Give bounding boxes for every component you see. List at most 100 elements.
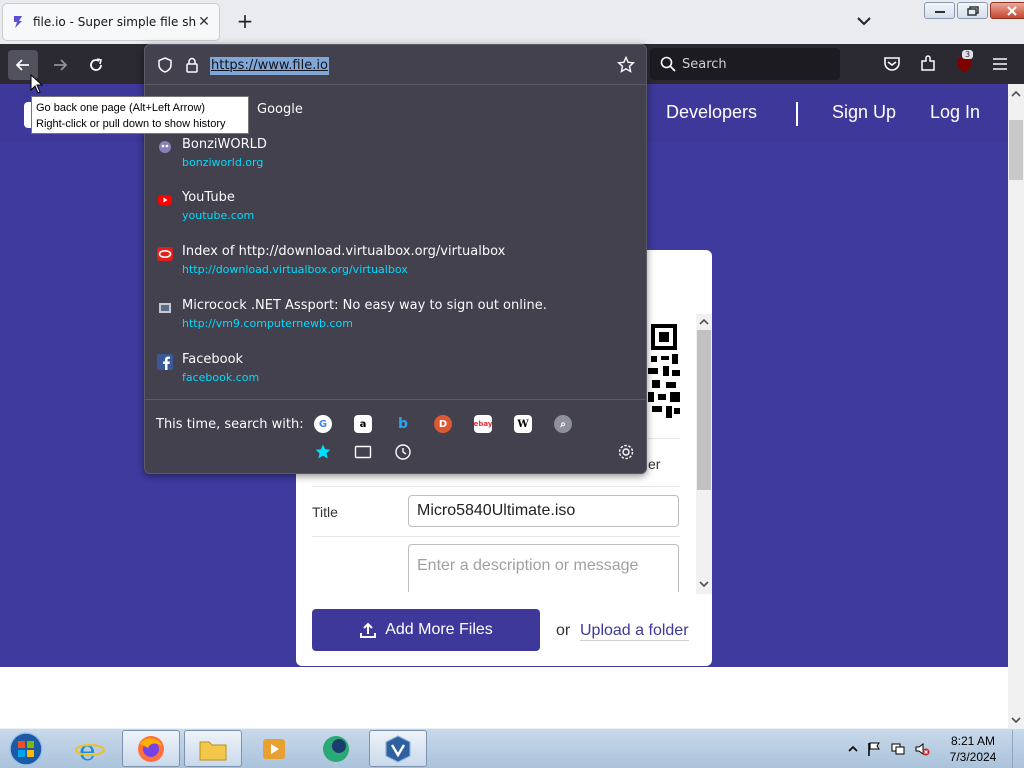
scroll-down-icon[interactable] [698, 580, 710, 588]
pocket-button[interactable] [881, 53, 903, 75]
mouse-cursor-icon [30, 74, 44, 94]
taskbar-browser-globe[interactable] [307, 730, 365, 767]
search-engine-icon[interactable]: ⌕ [554, 415, 572, 433]
extensions-button[interactable] [917, 53, 939, 75]
firefox-icon [138, 735, 164, 762]
search-google-suggestion[interactable]: Google [257, 102, 303, 117]
extension-badge: 3 [962, 50, 974, 59]
tab-title: file.io - Super simple file sharing [33, 15, 197, 29]
title-input[interactable]: Micro5840Ultimate.iso [408, 495, 679, 527]
duckduckgo-engine-icon[interactable]: D [434, 415, 452, 433]
card-divider [312, 486, 680, 487]
page-scrollbar[interactable] [1008, 84, 1024, 728]
search-placeholder: Search [682, 56, 727, 72]
bookmarks-star-icon[interactable] [314, 443, 332, 461]
search-bar[interactable]: Search [650, 48, 840, 80]
oracle-icon [157, 247, 173, 261]
taskbar-media-player[interactable] [245, 730, 303, 767]
result-title: Facebook [182, 352, 244, 367]
search-settings-gear-icon[interactable] [617, 443, 635, 461]
new-tab-button[interactable]: + [234, 10, 256, 32]
restore-icon [966, 5, 979, 16]
passport-icon [159, 303, 171, 313]
window-controls [924, 2, 1024, 19]
screen: file.io - Super simple file sharing ✕ + … [0, 0, 1024, 768]
app-menu-button[interactable] [989, 53, 1011, 75]
minimize-button[interactable] [924, 2, 955, 19]
wikipedia-engine-icon[interactable]: W [514, 415, 532, 433]
tray-clock[interactable]: 8:21 AM 7/3/2024 [948, 733, 998, 765]
nav-log-in-link[interactable]: Log In [930, 102, 980, 123]
nav-separator [796, 102, 798, 126]
tab-strip: file.io - Super simple file sharing ✕ + [0, 0, 1024, 44]
history-clock-icon[interactable] [394, 443, 412, 461]
close-window-button[interactable] [990, 2, 1024, 19]
scroll-up-icon[interactable] [698, 318, 710, 326]
add-more-files-label: Add More Files [385, 621, 493, 638]
result-title: YouTube [182, 190, 235, 205]
page-scroll-down-icon[interactable] [1010, 716, 1022, 724]
nav-developers-link[interactable]: Developers [666, 102, 757, 123]
back-button-tooltip: Go back one page (Alt+Left Arrow) Right-… [31, 96, 249, 134]
nav-sign-up-link[interactable]: Sign Up [832, 102, 896, 123]
add-more-files-button[interactable]: Add More Files [312, 609, 540, 651]
tab-file-io[interactable]: file.io - Super simple file sharing ✕ [2, 3, 220, 41]
url-bar[interactable]: https://www.file.io [145, 45, 646, 85]
search-icon [660, 56, 676, 72]
qr-code-icon [648, 322, 680, 424]
bookmark-star-icon[interactable] [617, 56, 635, 74]
dropdown-result[interactable]: Microcock .NET Assport: No easy way to s… [155, 296, 635, 344]
card-divider [648, 438, 680, 439]
bing-engine-icon[interactable]: b [394, 415, 412, 433]
show-desktop-button[interactable] [1012, 730, 1024, 768]
youtube-icon [158, 195, 172, 205]
folder-icon [199, 741, 227, 760]
tabs-icon[interactable] [354, 444, 372, 460]
globe-browser-icon [323, 735, 349, 762]
lock-icon[interactable] [185, 57, 199, 73]
taskbar-firefox[interactable] [122, 730, 180, 767]
amazon-engine-icon[interactable]: a [354, 415, 372, 433]
tray-overflow-icon[interactable] [845, 741, 861, 757]
volume-muted-icon[interactable] [914, 741, 930, 757]
forward-button[interactable] [45, 50, 75, 80]
restore-button[interactable] [957, 2, 988, 19]
internet-explorer-icon: e [75, 734, 105, 764]
tab-close-icon[interactable]: ✕ [197, 14, 211, 30]
bonzi-icon [159, 141, 171, 153]
taskbar-virtualbox[interactable] [369, 730, 427, 767]
result-url: bonziworld.org [182, 156, 264, 169]
svg-text:e: e [79, 734, 96, 764]
card-scrollbar-thumb[interactable] [697, 330, 711, 490]
reload-icon [90, 58, 102, 71]
page-scroll-up-icon[interactable] [1010, 90, 1022, 98]
network-icon[interactable] [890, 741, 906, 757]
description-textarea[interactable]: Enter a description or message [408, 544, 679, 592]
taskbar-file-explorer[interactable] [184, 730, 242, 767]
clock-date: 7/3/2024 [949, 750, 997, 764]
ebay-engine-icon[interactable]: ebay [474, 415, 492, 433]
plus-icon: + [236, 9, 254, 33]
upload-folder-link[interactable]: Upload a folder [580, 622, 689, 641]
url-text[interactable]: https://www.file.io [210, 57, 329, 75]
google-engine-icon[interactable]: G [314, 415, 332, 433]
reload-button[interactable] [81, 50, 111, 80]
card-divider [312, 536, 680, 537]
dropdown-result[interactable]: Facebook facebook.com [155, 350, 635, 398]
clock-time: 8:21 AM [950, 734, 996, 748]
tracking-shield-icon[interactable] [157, 57, 173, 73]
taskbar-internet-explorer[interactable]: e [61, 730, 119, 767]
back-arrow-icon [15, 59, 29, 71]
tooltip-line: Go back one page (Alt+Left Arrow) [36, 102, 206, 114]
dropdown-result[interactable]: YouTube youtube.com [155, 188, 635, 236]
dropdown-result[interactable]: BonziWORLD bonziworld.org [155, 135, 635, 183]
dropdown-result[interactable]: Index of http://download.virtualbox.org/… [155, 242, 635, 290]
hamburger-menu-icon [993, 58, 1007, 70]
page-scrollbar-thumb[interactable] [1009, 120, 1023, 180]
page-footer-area [0, 667, 1008, 728]
pocket-icon [884, 57, 900, 71]
result-url: http://download.virtualbox.org/virtualbo… [182, 263, 408, 276]
list-all-tabs-chevron-icon[interactable] [855, 12, 873, 30]
windows-start-orb-icon[interactable] [6, 731, 46, 767]
action-center-flag-icon[interactable] [866, 741, 882, 757]
